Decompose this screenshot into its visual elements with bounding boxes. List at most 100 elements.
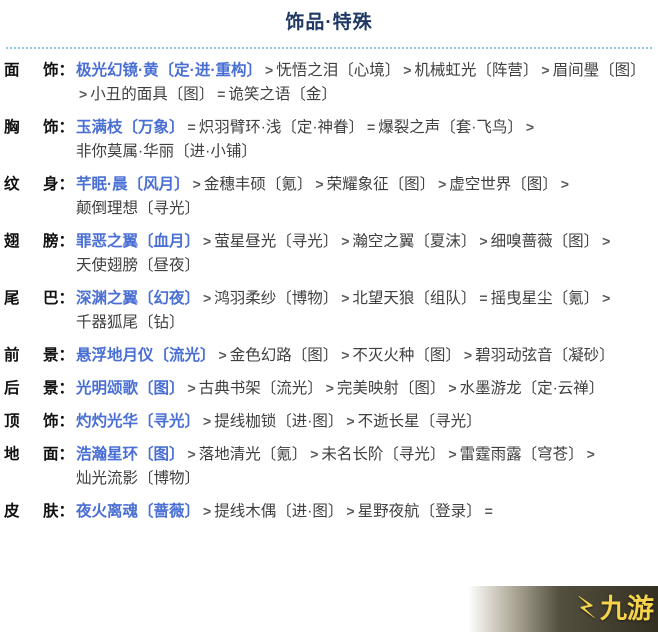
item-primary: 玉满枝〔万象〕 (76, 118, 185, 136)
row-items: 夜火离魂〔蔷薇〕 > 提线木偶〔进·图〕 > 星野夜航〔登录〕 = (76, 500, 652, 524)
item-separator: = (187, 118, 196, 135)
row-label-left: 前 (4, 346, 20, 364)
row-label-colon: ： (58, 379, 74, 397)
watermark: ⚡ 九游 (468, 586, 658, 632)
row-label-right: 肤： (43, 500, 74, 524)
row-label-right-text: 面 (42, 446, 59, 463)
row-label-left: 尾 (4, 289, 20, 307)
item-separator: > (310, 446, 319, 462)
item: 星野夜航〔登录〕 (357, 503, 482, 521)
accessory-row: 后景： 光明颂歌〔图〕 > 古典书架〔流光〕 > 完美映射〔图〕 > 水墨游龙〔定·云禅〕 (4, 377, 652, 401)
item-separator: > (479, 232, 488, 249)
item-separator: > (325, 379, 334, 396)
item-primary: 深渊之翼〔幻夜〕 (76, 289, 201, 307)
item: 怃悟之泪〔心境〕 (276, 61, 401, 79)
row-label-left: 地 (4, 446, 20, 463)
row-label-right-text: 巴 (42, 289, 59, 307)
watermark-label: 九游 (600, 593, 654, 624)
item: 雷霆雨露〔穹苍〕 (459, 446, 584, 463)
item-separator: > (203, 503, 212, 520)
row-label-left: 顶 (4, 412, 20, 430)
row-label-right-text: 身 (42, 175, 59, 193)
item-separator: > (403, 61, 412, 78)
row-label: 纹 身： (4, 173, 76, 197)
accessory-row: 前景： 悬浮地月仪〔流光〕 > 金色幻路〔图〕 > 不灭火种〔图〕 > 碧羽动弦音〔凝砂〕 (4, 344, 652, 368)
item-separator: > (346, 503, 355, 520)
item: 细嗅蔷薇〔图〕 (490, 232, 600, 250)
item: 未名长阶〔寻光〕 (321, 446, 446, 463)
row-items: 玉满枝〔万象〕 = 炽羽臂环·浅〔定·神眷〕 = 爆裂之声〔套·飞鸟〕 >非你莫属·华丽〔… (76, 116, 652, 164)
row-label: 面 饰： (4, 59, 76, 83)
item: 非你莫属·华丽〔进·小铺〕 (76, 142, 257, 160)
item-separator: = (479, 289, 488, 306)
item-separator: > (341, 346, 350, 363)
row-label-right: 巴： (43, 287, 74, 311)
row-label: 顶 饰： (4, 410, 76, 434)
item: 摇曳星尘〔氪〕 (490, 289, 600, 307)
row-label-left: 后 (4, 379, 20, 397)
row-items: 光明颂歌〔图〕 > 古典书架〔流光〕 > 完美映射〔图〕 > 水墨游龙〔定·云禅〕 (76, 377, 652, 401)
item: 水墨游龙〔定·云禅〕 (459, 379, 605, 397)
row-label-colon: ： (58, 232, 74, 250)
accessory-row: 纹身： 芊眠·晨〔风月〕 > 金穗丰硕〔氪〕 > 荣耀象征〔图〕 > 虚空世界〔图〕 >颠倒理想… (4, 173, 652, 221)
item-separator: > (602, 232, 611, 249)
item-separator: > (192, 175, 201, 192)
row-label-colon: ： (58, 289, 74, 307)
row-label-colon: ： (58, 118, 74, 136)
accessory-row: 皮肤： 夜火离魂〔蔷薇〕 > 提线木偶〔进·图〕 > 星野夜航〔登录〕 = (4, 500, 652, 524)
row-label-left: 胸 (4, 118, 20, 136)
row-label: 胸 饰： (4, 116, 76, 140)
item-separator: > (346, 412, 355, 429)
item: 千器狐尾〔钻〕 (76, 313, 185, 331)
item-separator: > (602, 289, 611, 306)
row-label-colon: ： (58, 175, 74, 193)
item-primary: 极光幻镜·黄〔定·进·重构〕 (76, 61, 262, 79)
row-label-right: 景： (43, 344, 74, 368)
item: 炽羽臂环·浅〔定·神眷〕 (198, 118, 365, 136)
item-separator: > (586, 446, 595, 462)
row-label-colon: ： (58, 412, 74, 430)
item: 机械虹光〔阵营〕 (414, 61, 539, 79)
item-primary: 夜火离魂〔蔷薇〕 (76, 503, 201, 521)
item: 瀚空之翼〔夏沫〕 (352, 232, 477, 250)
row-label: 皮 肤： (4, 500, 76, 524)
row-items: 芊眠·晨〔风月〕 > 金穗丰硕〔氪〕 > 荣耀象征〔图〕 > 虚空世界〔图〕 >颠倒理想〔寻光… (76, 173, 652, 221)
item: 落地清光〔氪〕 (198, 446, 308, 463)
item: 不逝长星〔寻光〕 (357, 412, 482, 430)
item-separator: > (341, 232, 350, 249)
item-primary: 芊眠·晨〔风月〕 (76, 175, 190, 193)
item-separator: > (560, 175, 569, 192)
item: 颠倒理想〔寻光〕 (76, 199, 201, 217)
item-separator: > (218, 346, 227, 363)
item: 萤星昼光〔寻光〕 (214, 232, 339, 250)
item-separator: > (187, 379, 196, 396)
row-items: 浩瀚星环〔图〕 > 落地清光〔氪〕 > 未名长阶〔寻光〕 > 雷霆雨露〔穹苍〕 >灿光流影〔博… (76, 443, 652, 491)
item: 不灭火种〔图〕 (352, 346, 461, 364)
row-items: 极光幻镜·黄〔定·进·重构〕 > 怃悟之泪〔心境〕 > 机械虹光〔阵营〕 > 眉间璺〔图〕>… (76, 59, 652, 107)
item: 完美映射〔图〕 (336, 379, 446, 397)
item-separator: > (79, 85, 88, 102)
item-primary: 罪恶之翼〔血月〕 (76, 232, 201, 250)
row-label-right: 饰： (43, 116, 74, 140)
watermark-logo: ⚡ 九游 (576, 592, 654, 625)
item: 北望天狼〔组队〕 (352, 289, 477, 307)
row-label: 后 景： (4, 377, 76, 401)
item-separator: > (315, 175, 324, 192)
accessory-list: 面饰： 极光幻镜·黄〔定·进·重构〕 > 怃悟之泪〔心境〕 > 机械虹光〔阵营〕 > 眉间璺〔… (0, 59, 658, 524)
item-separator: > (203, 412, 212, 429)
row-label-right: 身： (43, 173, 74, 197)
item-separator: > (448, 379, 457, 396)
accessory-row: 胸 饰： 玉满枝〔万象〕 = 炽羽臂环·浅〔定·神眷〕 = 爆裂之声〔套·飞鸟〕 >非你莫属·… (4, 116, 652, 164)
item: 诡笑之语〔金〕 (228, 85, 337, 103)
item-separator: > (525, 118, 535, 135)
row-label-left: 面 (4, 61, 20, 79)
accessory-row: 顶饰： 灼灼光华〔寻光〕 > 提线枷锁〔进·图〕 > 不逝长星〔寻光〕 (4, 410, 652, 434)
row-label: 地 面： (4, 443, 76, 467)
item-separator: = (484, 503, 493, 520)
item: 金色幻路〔图〕 (229, 346, 339, 364)
item-primary: 浩瀚星环〔图〕 (76, 446, 185, 463)
row-label: 翅 膀： (4, 230, 76, 254)
accessory-row: 地面： 浩瀚星环〔图〕 > 落地清光〔氪〕 > 未名长阶〔寻光〕 > 雷霆雨露〔穹苍〕 >灿光流… (4, 443, 652, 491)
row-label-right: 饰： (43, 59, 74, 83)
item-separator: > (203, 232, 212, 249)
